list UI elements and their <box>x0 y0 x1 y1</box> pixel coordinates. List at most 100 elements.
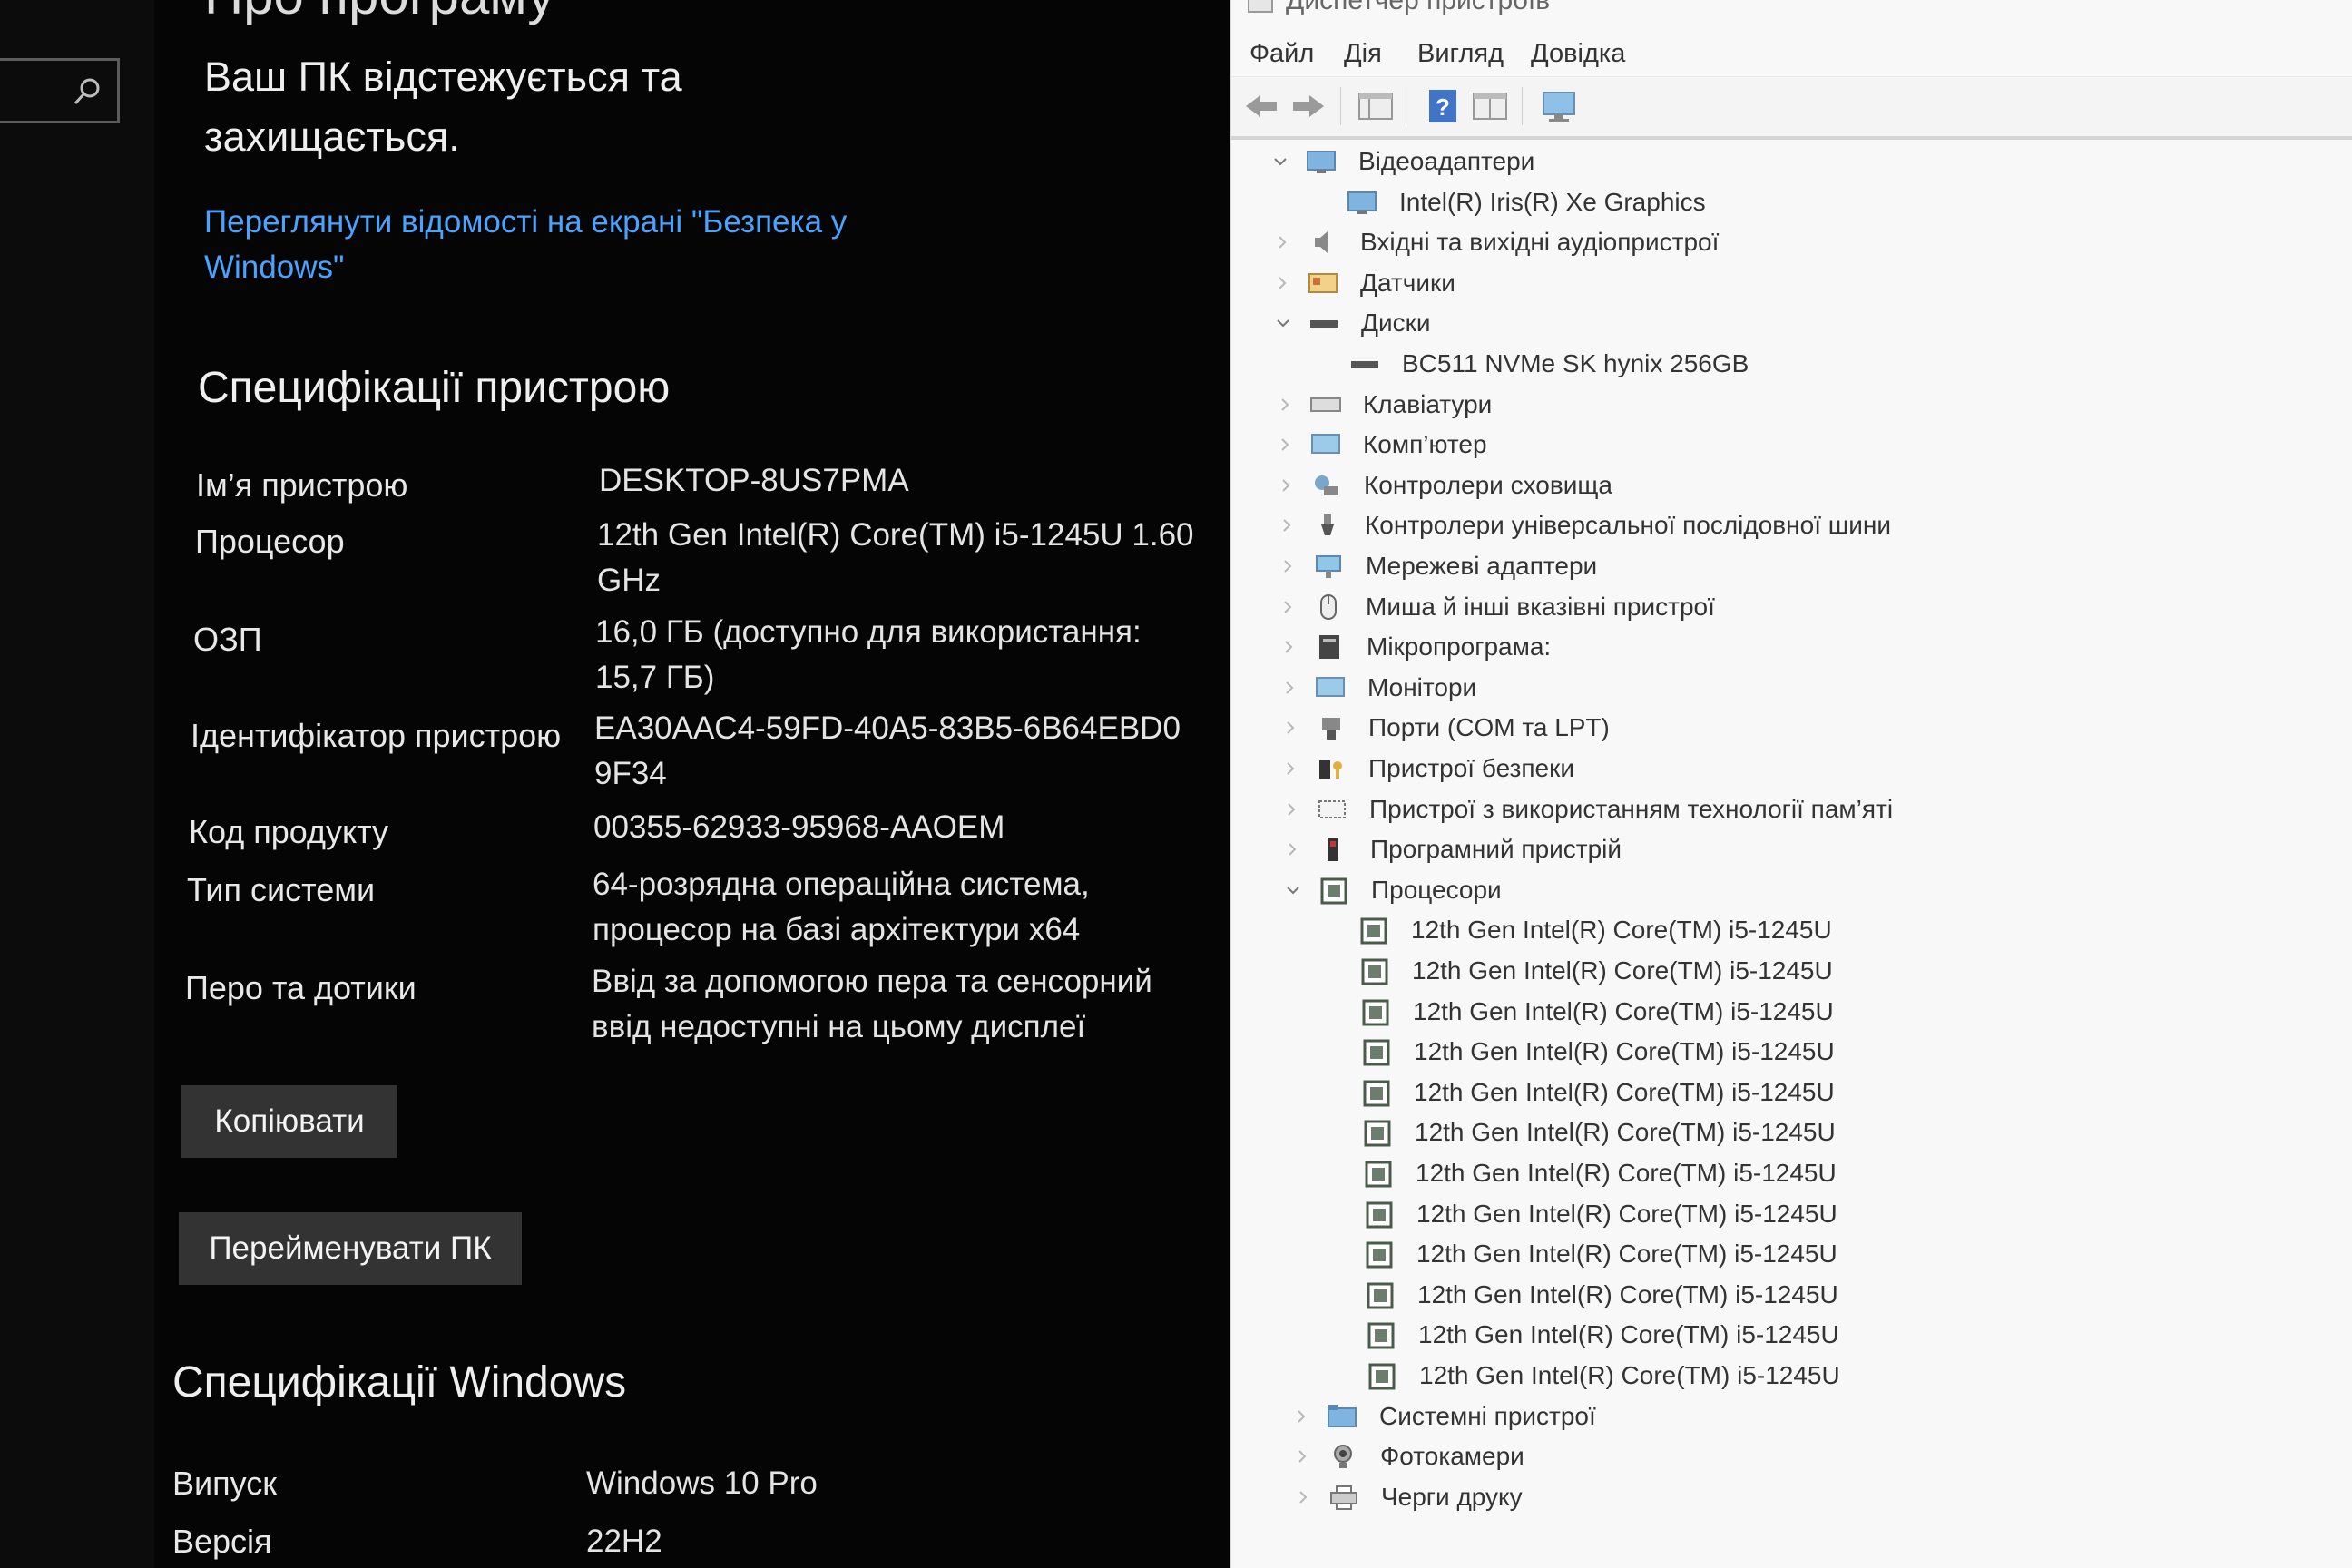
tree-item-label: BC511 NVMe SK hynix 256GB <box>1402 349 1749 377</box>
monitor-icon[interactable] <box>1538 85 1580 127</box>
tree-category[interactable]: Порти (COM та LPT) <box>1231 708 2352 748</box>
spec-value-edition: Windows 10 Pro <box>586 1465 818 1501</box>
chevron-right-icon[interactable] <box>1274 434 1296 456</box>
chevron-right-icon[interactable] <box>1291 1446 1313 1467</box>
back-icon[interactable] <box>1240 85 1282 127</box>
storage-controller-icon <box>1309 470 1344 501</box>
tree-item-label: 12th Gen Intel(R) Core(TM) i5-1245U <box>1416 1240 1838 1269</box>
tree-device[interactable]: 12th Gen Intel(R) Core(TM) i5-1245U <box>1231 1153 2352 1193</box>
tree-category[interactable]: Системні пристрої <box>1231 1396 2352 1436</box>
tree-device[interactable]: BC511 NVMe SK hynix 256GB <box>1231 344 2352 384</box>
disk-icon <box>1348 348 1382 379</box>
tree-device[interactable]: 12th Gen Intel(R) Core(TM) i5-1245U <box>1231 1275 2352 1315</box>
chevron-right-icon[interactable] <box>1277 555 1298 577</box>
software-device-icon <box>1316 834 1350 865</box>
protection-status-text: Ваш ПК відстежується та захищається. <box>204 54 682 160</box>
tree-item-label: 12th Gen Intel(R) Core(TM) i5-1245U <box>1416 1199 1838 1228</box>
chevron-right-icon[interactable] <box>1279 758 1301 779</box>
tree-device[interactable]: 12th Gen Intel(R) Core(TM) i5-1245U <box>1231 1073 2352 1112</box>
menu-help[interactable]: Довідка <box>1531 39 1625 69</box>
tree-category[interactable]: Контролери сховища <box>1231 466 2352 505</box>
forward-icon[interactable] <box>1288 85 1329 127</box>
processor-icon <box>1365 1360 1399 1391</box>
tree-category[interactable]: Вхідні та вихідні аудіопристрої <box>1231 222 2352 262</box>
device-manager-window: Диспетчер пристроїв Файл Дія Вигляд Дові… <box>1230 0 2352 1568</box>
tree-item-label: Фотокамери <box>1380 1442 1524 1471</box>
tree-device[interactable]: 12th Gen Intel(R) Core(TM) i5-1245U <box>1231 1315 2352 1355</box>
tree-item-label: Пристрої безпеки <box>1368 754 1575 782</box>
processor-icon <box>1360 1117 1395 1148</box>
tree-category[interactable]: Фотокамери <box>1231 1436 2352 1476</box>
tree-category[interactable]: Комп’ютер <box>1231 425 2352 465</box>
processor-icon <box>1362 1239 1396 1269</box>
chevron-down-icon[interactable] <box>1272 312 1294 334</box>
chevron-right-icon[interactable] <box>1276 514 1298 536</box>
processor-icon <box>1357 956 1392 986</box>
tree-category[interactable]: Диски <box>1231 303 2352 343</box>
tree-category[interactable]: Пристрої безпеки <box>1231 749 2352 789</box>
tree-device[interactable]: 12th Gen Intel(R) Core(TM) i5-1245U <box>1231 1234 2352 1274</box>
help-icon[interactable]: ? <box>1422 85 1464 127</box>
processor-icon <box>1317 875 1351 906</box>
tree-device[interactable]: Intel(R) Iris(R) Xe Graphics <box>1231 182 2352 222</box>
tree-device[interactable]: 12th Gen Intel(R) Core(TM) i5-1245U <box>1231 992 2352 1032</box>
chevron-right-icon[interactable] <box>1279 717 1301 739</box>
search-icon[interactable] <box>72 76 103 112</box>
menu-view[interactable]: Вигляд <box>1417 39 1504 69</box>
chevron-right-icon[interactable] <box>1290 1406 1312 1427</box>
sensor-icon <box>1306 268 1340 299</box>
copy-button[interactable]: Копіювати <box>181 1085 397 1158</box>
tree-category[interactable]: Пристрої з використанням технології пам’… <box>1231 789 2352 829</box>
chevron-right-icon[interactable] <box>1279 677 1300 699</box>
properties-icon[interactable] <box>1355 85 1396 127</box>
settings-search-box[interactable] <box>0 58 120 123</box>
spec-label-edition: Випуск <box>172 1465 277 1502</box>
tree-device[interactable]: 12th Gen Intel(R) Core(TM) i5-1245U <box>1231 951 2352 991</box>
chevron-right-icon[interactable] <box>1281 838 1303 860</box>
chevron-right-icon[interactable] <box>1274 394 1296 416</box>
chevron-down-icon[interactable] <box>1282 879 1304 901</box>
chevron-right-icon[interactable] <box>1271 272 1293 294</box>
chevron-right-icon[interactable] <box>1271 231 1293 253</box>
tree-category[interactable]: Миша й інші вказівні пристрої <box>1231 587 2352 627</box>
chevron-right-icon[interactable] <box>1278 636 1299 658</box>
tree-category[interactable]: Програмний пристрій <box>1231 829 2352 869</box>
tree-category[interactable]: Клавіатури <box>1231 385 2352 425</box>
chevron-right-icon[interactable] <box>1280 799 1302 820</box>
windows-security-link[interactable]: Переглянути відомості на екрані "Безпека… <box>204 200 876 290</box>
tree-category[interactable]: Контролери універсальної послідовної шин… <box>1231 505 2352 545</box>
tree-item-label: Порти (COM та LPT) <box>1368 713 1610 742</box>
tree-category[interactable]: Мережеві адаптери <box>1231 546 2352 586</box>
menu-action[interactable]: Дія <box>1344 39 1382 69</box>
processor-icon <box>1363 1279 1397 1310</box>
tree-device[interactable]: 12th Gen Intel(R) Core(TM) i5-1245U <box>1231 1194 2352 1234</box>
chevron-right-icon[interactable] <box>1277 596 1298 618</box>
rename-pc-button[interactable]: Перейменувати ПК <box>179 1212 522 1285</box>
tree-category[interactable]: Черги друку <box>1231 1477 2352 1517</box>
spec-label-system-type: Тип системи <box>187 871 376 908</box>
page-title: Про програму <box>204 0 554 26</box>
tree-device[interactable]: 12th Gen Intel(R) Core(TM) i5-1245U <box>1231 1112 2352 1152</box>
tree-category[interactable]: Мікропрограма: <box>1231 627 2352 667</box>
toolbar: ? <box>1231 78 2352 140</box>
chevron-right-icon[interactable] <box>1275 475 1297 496</box>
settings-about-panel: Про програму Ваш ПК відстежується та зах… <box>0 0 1230 1568</box>
view-icon[interactable] <box>1469 85 1511 127</box>
menu-file[interactable]: Файл <box>1250 39 1314 69</box>
tree-device[interactable]: 12th Gen Intel(R) Core(TM) i5-1245U <box>1231 910 2352 950</box>
tree-category[interactable]: Відеоадаптери <box>1231 142 2352 181</box>
monitor-icon <box>1313 672 1348 703</box>
tree-category[interactable]: Монітори <box>1231 668 2352 708</box>
chevron-right-icon[interactable] <box>1292 1486 1314 1508</box>
toolbar-separator <box>1340 87 1341 125</box>
tree-category[interactable]: Датчики <box>1231 263 2352 303</box>
tree-category[interactable]: Процесори <box>1231 870 2352 910</box>
tree-device[interactable]: 12th Gen Intel(R) Core(TM) i5-1245U <box>1231 1032 2352 1072</box>
tree-item-label: 12th Gen Intel(R) Core(TM) i5-1245U <box>1413 996 1834 1025</box>
chevron-down-icon[interactable] <box>1269 151 1291 172</box>
tree-device[interactable]: 12th Gen Intel(R) Core(TM) i5-1245U <box>1231 1356 2352 1396</box>
